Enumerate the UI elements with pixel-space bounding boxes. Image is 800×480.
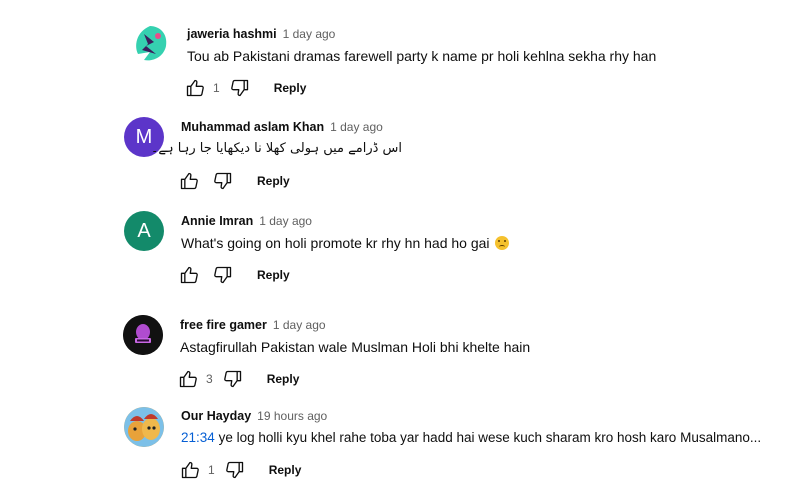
dislike-button[interactable] <box>223 458 247 480</box>
thumb-down-icon <box>225 461 243 479</box>
like-count: 3 <box>206 372 213 386</box>
like-button[interactable] <box>177 263 201 287</box>
comment-author[interactable]: free fire gamer <box>180 318 267 332</box>
avatar-letter: M <box>135 125 153 148</box>
thumb-down-icon <box>214 266 232 284</box>
comment-text: ye log holli kyu khel rahe toba yar hadd… <box>218 430 762 445</box>
avatar[interactable] <box>124 407 164 447</box>
like-button[interactable] <box>176 367 200 391</box>
dislike-button[interactable] <box>211 263 235 287</box>
comment-text: Astagfirullah Pakistan wale Muslman Holi… <box>180 339 531 355</box>
avatar[interactable] <box>123 315 163 355</box>
reply-button[interactable]: Reply <box>274 81 307 95</box>
comment-time[interactable]: 1 day ago <box>259 214 312 228</box>
comment-author[interactable]: Muhammad aslam Khan <box>181 120 324 134</box>
like-button[interactable] <box>183 76 207 100</box>
thumb-down-icon <box>223 370 241 388</box>
like-count: 1 <box>208 463 215 477</box>
dislike-button[interactable] <box>221 367 245 391</box>
comment-text: What's going on holi promote kr rhy hn h… <box>181 235 490 251</box>
avatar[interactable] <box>130 24 170 64</box>
thumb-down-icon <box>230 79 248 97</box>
comment-time[interactable]: 1 day ago <box>273 318 326 332</box>
thumb-up-icon <box>180 266 198 284</box>
comment-time[interactable]: 1 day ago <box>283 27 336 41</box>
dislike-button[interactable] <box>211 169 235 193</box>
reply-button[interactable]: Reply <box>257 174 290 188</box>
video-timestamp-link[interactable]: 21:34 <box>181 430 215 445</box>
like-button[interactable] <box>177 169 201 193</box>
like-button[interactable] <box>178 458 202 480</box>
avatar-image <box>136 26 167 61</box>
thumb-up-icon <box>180 172 198 190</box>
comment-author[interactable]: Annie Imran <box>181 214 253 228</box>
reply-button[interactable]: Reply <box>267 372 300 386</box>
comment-text: Tou ab Pakistani dramas farewell party k… <box>187 48 657 64</box>
avatar-letter: A <box>137 219 151 242</box>
sad-face-emoji <box>495 236 510 250</box>
comment-text: اس ڈرامے میں ہولی کھلا نا دیکھایا جا رہا… <box>150 141 402 156</box>
comment-text-container: 21:34 ye log holli kyu khel rahe toba ya… <box>181 430 761 445</box>
avatar[interactable]: A <box>124 211 164 251</box>
thumb-up-icon <box>186 79 204 97</box>
avatar-image <box>123 315 163 355</box>
comment-author[interactable]: jaweria hashmi <box>187 27 277 41</box>
comment-text-container: What's going on holi promote kr rhy hn h… <box>181 235 510 251</box>
reply-button[interactable]: Reply <box>257 268 290 282</box>
dislike-button[interactable] <box>228 76 252 100</box>
avatar-image <box>124 407 164 447</box>
thumb-down-icon <box>214 172 232 190</box>
comment-time[interactable]: 1 day ago <box>330 120 383 134</box>
thumb-up-icon <box>181 461 199 479</box>
comment-time[interactable]: 19 hours ago <box>257 409 327 423</box>
thumb-up-icon <box>179 370 197 388</box>
like-count: 1 <box>213 81 220 95</box>
reply-button[interactable]: Reply <box>269 463 302 477</box>
comment-author[interactable]: Our Hayday <box>181 409 251 423</box>
